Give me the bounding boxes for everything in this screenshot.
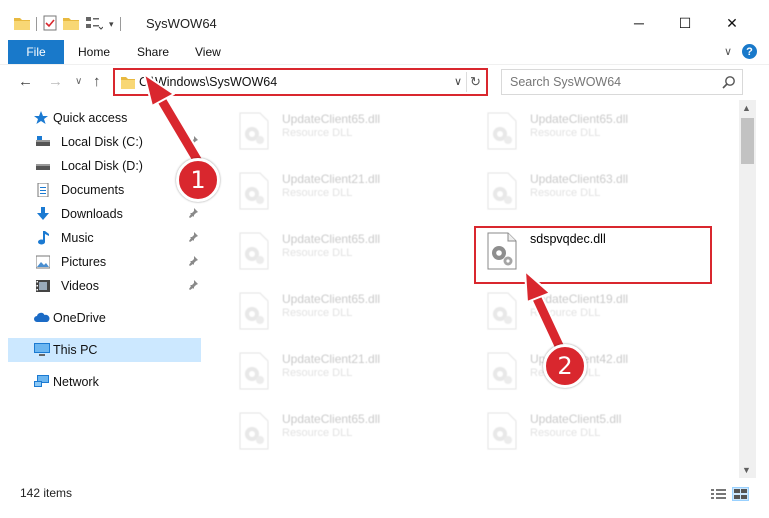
arrow-2-head	[524, 270, 551, 303]
annotation-arrows	[143, 73, 568, 357]
step-2-badge: 2	[543, 344, 587, 388]
step-1-badge: 1	[176, 158, 220, 202]
